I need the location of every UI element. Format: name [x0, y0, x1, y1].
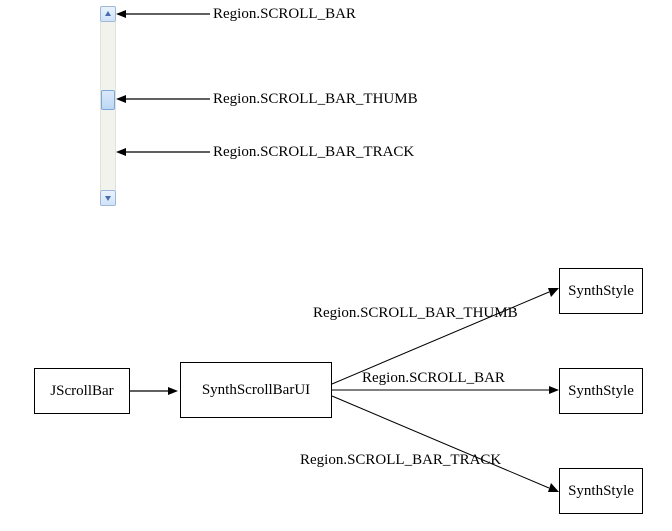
- edge-label-thumb: Region.SCROLL_BAR_THUMB: [313, 305, 518, 322]
- node-synthscrollbarui: SynthScrollBarUI: [180, 362, 332, 418]
- node-synthstyle-1: SynthStyle: [559, 268, 643, 314]
- node-synthstyle-3: SynthStyle: [559, 468, 643, 514]
- edge-label-scroll-bar: Region.SCROLL_BAR: [362, 370, 505, 387]
- node-jscrollbar: JScrollBar: [34, 368, 130, 414]
- node-synthstyle-1-label: SynthStyle: [568, 283, 634, 300]
- chevron-down-icon: [104, 194, 112, 202]
- callout-label-track: Region.SCROLL_BAR_TRACK: [213, 144, 414, 161]
- callout-arrow-scroll-bar: [116, 10, 210, 18]
- arrow-jscrollbar-to-ui: [130, 386, 178, 396]
- scrollbar-up-button[interactable]: [100, 6, 116, 22]
- node-synthscrollbarui-label: SynthScrollBarUI: [202, 382, 310, 399]
- callout-label-scroll-bar: Region.SCROLL_BAR: [213, 6, 356, 23]
- node-synthstyle-2-label: SynthStyle: [568, 383, 634, 400]
- callout-arrow-track: [116, 148, 210, 156]
- scrollbar-thumb[interactable]: [101, 90, 115, 110]
- edge-label-track: Region.SCROLL_BAR_TRACK: [300, 452, 501, 469]
- node-synthstyle-3-label: SynthStyle: [568, 483, 634, 500]
- node-synthstyle-2: SynthStyle: [559, 368, 643, 414]
- chevron-up-icon: [104, 10, 112, 18]
- scrollbar-down-button[interactable]: [100, 190, 116, 206]
- arrow-ui-to-style3: [332, 392, 559, 502]
- callout-label-thumb: Region.SCROLL_BAR_THUMB: [213, 91, 418, 108]
- node-jscrollbar-label: JScrollBar: [50, 383, 113, 400]
- callout-arrow-thumb: [116, 95, 210, 103]
